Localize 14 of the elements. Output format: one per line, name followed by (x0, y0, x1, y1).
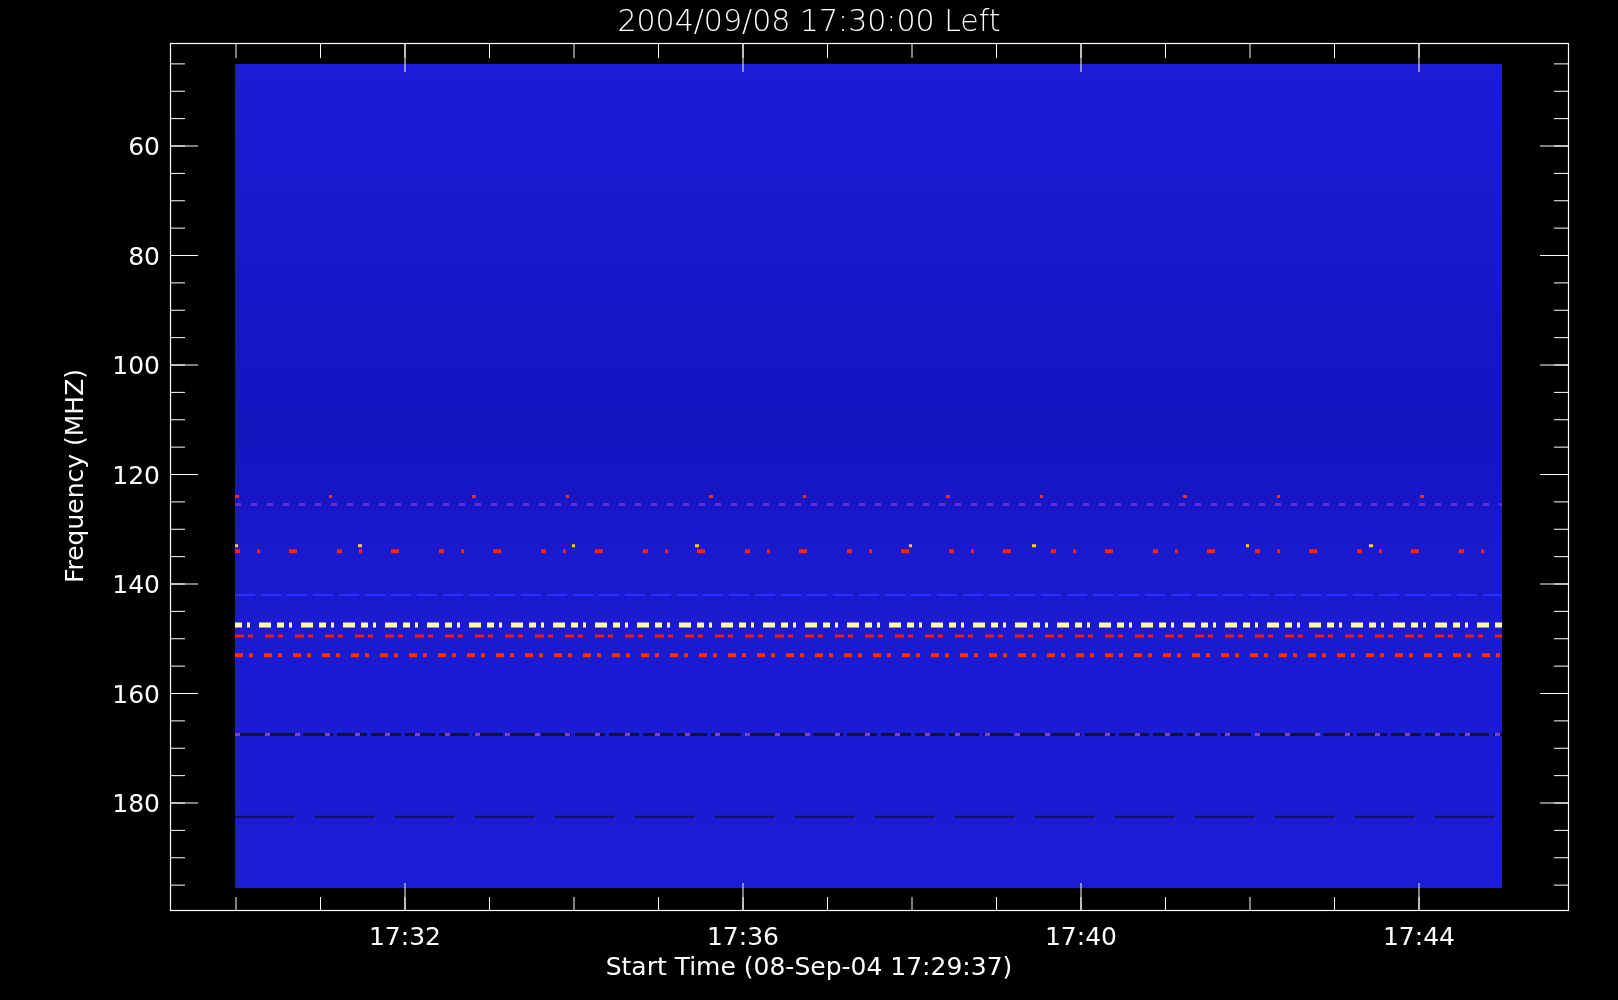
tick-label: 17:40 (1045, 922, 1117, 951)
tick-label: 100 (112, 351, 160, 380)
tick-label: 80 (128, 241, 160, 271)
tick-label: 120 (112, 460, 160, 490)
tick-label: 160 (112, 679, 160, 709)
axis-label: Start Time (08-Sep-04 17:29:37) (605, 952, 1013, 981)
tick-label: 17:32 (369, 922, 441, 951)
chart-title: 2004/09/08 17:30:00 Left (617, 3, 1001, 38)
tick-label: 140 (112, 570, 160, 599)
tick-label: 17:44 (1383, 922, 1455, 951)
tick-label: 180 (112, 789, 160, 818)
tick-label: 17:36 (707, 922, 779, 951)
tick-label: 60 (128, 132, 160, 161)
axis-label: Frequency (MHZ) (60, 368, 89, 584)
